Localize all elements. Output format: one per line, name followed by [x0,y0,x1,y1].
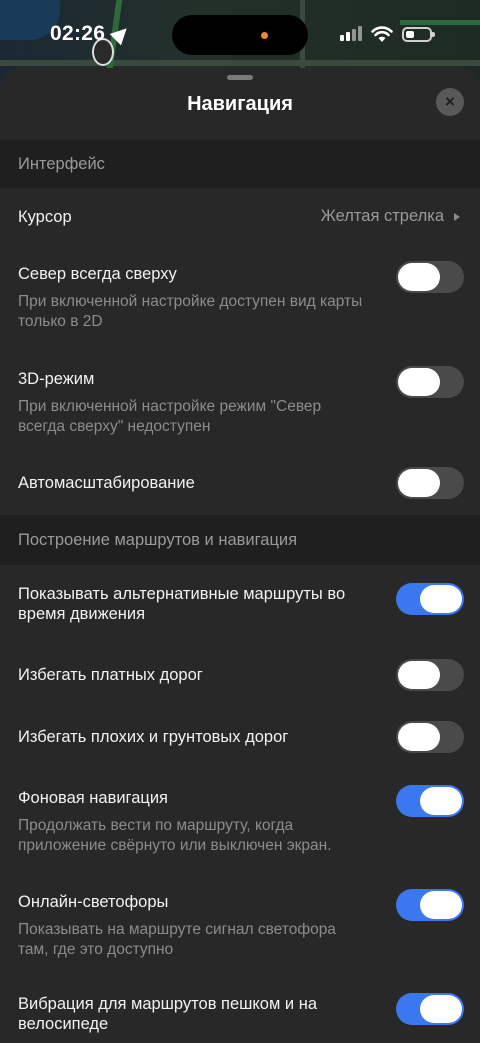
setting-north-up: Север всегда сверху При включенной настр… [0,261,480,332]
setting-avoid-tolls: Избегать платных дорог [0,659,480,691]
wifi-icon [371,26,393,42]
setting-label: Вибрация для маршрутов пешком и на велос… [18,995,318,1033]
dynamic-island [172,15,308,55]
vibration-toggle[interactable] [396,993,464,1025]
setting-traffic-lights: Онлайн-светофоры Показывать на маршруте … [0,889,480,960]
north-up-toggle[interactable] [396,261,464,293]
battery-icon [402,27,435,42]
setting-vibration: Вибрация для маршрутов пешком и на велос… [0,993,480,1034]
setting-autoscale: Автомасштабирование [0,467,480,499]
status-time: 02:26 [50,22,106,45]
chevron-right-icon [454,213,460,221]
setting-avoid-bad-roads: Избегать плохих и грунтовых дорог [0,721,480,753]
setting-description: При включенной настройке режим "Север вс… [18,398,322,435]
setting-background-nav: Фоновая навигация Продолжать вести по ма… [0,785,480,856]
navigation-settings-sheet: Навигация × Интерфейс Курсор Желтая стре… [0,68,480,1043]
setting-description: Показывать на маршруте сигнал светофора … [18,921,336,958]
autoscale-toggle[interactable] [396,467,464,499]
setting-3d-mode: 3D-режим При включенной настройке режим … [0,366,480,437]
setting-description: Продолжать вести по маршруту, когда прил… [18,817,332,854]
setting-description: При включенной настройке доступен вид ка… [18,293,363,330]
setting-cursor[interactable]: Курсор Желтая стрелка [0,188,480,246]
close-icon[interactable]: × [436,88,464,116]
status-bar: 02:26 [0,0,480,70]
location-arrow-icon [109,22,133,46]
alt-routes-toggle[interactable] [396,583,464,615]
section-header-routing: Построение маршрутов и навигация [0,515,480,565]
section-header-interface: Интерфейс [0,140,480,188]
privacy-dot [261,32,268,39]
setting-label: Курсор [18,208,72,226]
avoid-bad-roads-toggle[interactable] [396,721,464,753]
background-nav-toggle[interactable] [396,785,464,817]
setting-label: Показывать альтернативные маршруты во вр… [18,585,346,623]
avoid-tolls-toggle[interactable] [396,659,464,691]
traffic-lights-toggle[interactable] [396,889,464,921]
sheet-title: Навигация [187,93,293,115]
cursor-value: Желтая стрелка [320,207,444,225]
mode-3d-toggle[interactable] [396,366,464,398]
setting-alt-routes: Показывать альтернативные маршруты во вр… [0,583,480,624]
sheet-grabber[interactable] [227,75,253,80]
